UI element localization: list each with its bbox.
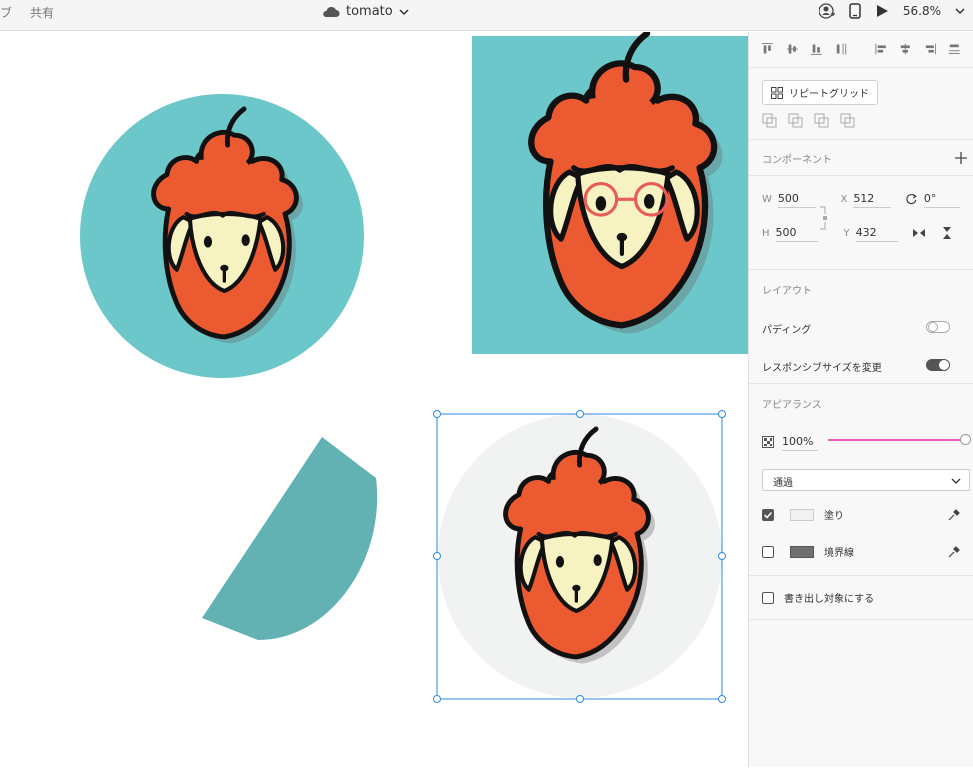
border-label: 境界線 [824,548,854,559]
align-top-icon[interactable] [761,42,774,56]
opacity-slider-track[interactable] [828,439,964,441]
top-bar-left: ブ 共有 [0,4,54,21]
chevron-down-icon [399,8,409,15]
export-checkbox[interactable] [762,591,774,604]
tab-share[interactable]: 共有 [30,4,54,21]
y-input[interactable]: 432 [855,224,898,242]
align-center-icon[interactable] [899,42,912,56]
layout-label: レイアウト [762,286,812,297]
border-checkbox[interactable] [762,545,774,558]
align-middle-icon[interactable] [786,42,799,56]
fill-swatch[interactable] [790,508,814,521]
padding-toggle[interactable] [926,321,950,333]
components-section: コンポーネント [749,140,973,176]
export-section: 書き出し対象にする [749,576,973,620]
distribute-vertical-icon[interactable] [835,42,848,56]
tab-design[interactable]: ブ [0,4,12,21]
flip-horizontal-icon[interactable] [912,226,926,240]
check-icon [763,511,773,519]
document-title-area[interactable]: tomato [322,4,409,19]
handle-bottom-center[interactable] [576,695,584,703]
y-label: Y [843,227,850,239]
padding-label: パディング [762,325,812,336]
x-label: X [840,193,848,205]
opacity-icon [762,436,774,448]
half-circle-shape[interactable] [202,437,378,640]
property-inspector: リピートグリッド コンポーネント W 500 X 512 0° H 500 Y … [748,32,973,767]
blend-mode-value: 通過 [773,478,793,489]
align-bottom-icon[interactable] [810,42,823,56]
layout-section: レイアウト パディング レスポンシブサイズを変更 [749,270,973,384]
mobile-preview-icon[interactable] [849,3,861,19]
boolean-intersect-icon[interactable] [814,113,830,129]
repeat-grid-icon [771,86,783,99]
handle-middle-left[interactable] [433,552,441,560]
appearance-label: アピアランス [762,400,822,411]
document-title: tomato [346,4,393,19]
components-label: コンポーネント [762,155,832,166]
play-icon[interactable] [875,4,889,18]
height-input[interactable]: 500 [775,224,818,242]
opacity-input[interactable]: 100% [782,433,818,451]
boolean-add-icon[interactable] [762,113,778,129]
rotation-input[interactable]: 0° [923,190,960,208]
width-input[interactable]: 500 [777,190,816,208]
distribute-horizontal-icon[interactable] [948,42,961,56]
appearance-section: アピアランス 100% 通過 塗り 境界線 [749,384,973,576]
handle-middle-right[interactable] [718,552,726,560]
align-left-icon[interactable] [875,42,888,56]
fill-checkbox[interactable] [762,508,774,521]
handle-bottom-right[interactable] [718,695,726,703]
transform-section: W 500 X 512 0° H 500 Y 432 [749,176,973,270]
canvas-artwork [80,32,748,700]
zoom-chevron-down-icon[interactable] [955,7,965,15]
export-label: 書き出し対象にする [784,594,875,605]
repeat-grid-button[interactable]: リピートグリッド [762,80,878,105]
handle-top-right[interactable] [718,410,726,418]
repeat-grid-section: リピートグリッド [749,68,973,140]
handle-top-left[interactable] [433,410,441,418]
fill-label: 塗り [824,511,844,522]
responsive-resize-label: レスポンシブサイズを変更 [762,363,882,374]
blend-chevron-down-icon [951,478,961,484]
handle-top-center[interactable] [576,410,584,418]
boolean-subtract-icon[interactable] [788,113,804,129]
flip-vertical-icon[interactable] [940,226,954,240]
rotate-icon [906,193,918,205]
top-bar: ブ 共有 tomato 56.8% [0,0,973,31]
link-proportions-icon[interactable] [819,206,827,230]
width-label: W [762,193,772,205]
responsive-resize-toggle[interactable] [926,359,950,371]
fill-eyedropper-icon[interactable] [948,508,960,521]
top-bar-right: 56.8% [818,3,965,19]
blend-mode-select[interactable]: 通過 [762,469,970,491]
design-canvas[interactable] [0,32,748,767]
align-toolbar [749,32,973,68]
align-right-icon[interactable] [924,42,937,56]
opacity-slider-thumb[interactable] [960,434,971,445]
height-label: H [762,227,770,239]
repeat-grid-label: リピートグリッド [789,89,869,100]
zoom-level[interactable]: 56.8% [903,4,941,18]
add-component-icon[interactable] [955,152,967,164]
boolean-exclude-icon[interactable] [840,113,856,129]
handle-bottom-left[interactable] [433,695,441,703]
border-swatch[interactable] [790,545,814,558]
border-eyedropper-icon[interactable] [948,545,960,558]
cloud-icon [323,6,340,17]
x-input[interactable]: 512 [853,190,892,208]
add-user-icon[interactable] [818,3,835,19]
